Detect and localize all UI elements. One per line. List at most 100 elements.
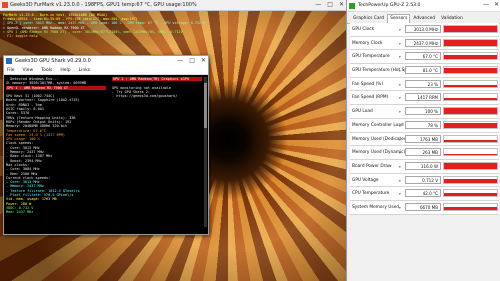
menu-links[interactable]: Links [79, 68, 91, 73]
sensor-graph-fill [444, 193, 497, 197]
gpu-z-title: TechPowerUp GPU-Z 2.53.0 [358, 3, 421, 8]
furmark-window-controls: — □ ✕ [315, 1, 344, 8]
sensor-graph [443, 52, 498, 61]
sensor-graph [443, 93, 498, 102]
gpu-z-sensor-list: GPU Clock ▾ 3013.0 MHz Memory Clock ▾ 2437.0 … [350, 23, 499, 215]
minimize-icon[interactable]: — [483, 1, 489, 8]
dropdown-arrow-icon[interactable]: ▾ [399, 179, 401, 183]
close-icon[interactable]: ✕ [201, 57, 206, 64]
sensor-row: System Memory Used ▾ 6670 MB [350, 200, 499, 215]
sensor-name: System Memory Used [352, 204, 399, 210]
sensor-name: GPU Temperature (Hot Spot) [352, 68, 414, 74]
sensor-row: GPU Load ▾ 100 % [350, 105, 499, 119]
menu-view[interactable]: View [23, 68, 34, 73]
gpu-z-window: TechPowerUp GPU-Z 2.53.0 — ✕ Graphics Ca… [346, 0, 500, 281]
close-icon[interactable]: ✕ [339, 1, 344, 8]
sensor-value: 316.0 W [405, 161, 441, 170]
osd-line: - F1: toggle help [3, 34, 38, 39]
gpu2-header[interactable]: GPU 2 : AMD Radeon(TM) Graphics iGPU [112, 77, 202, 82]
sensor-value: 42.0 °C [405, 189, 441, 198]
sensor-value: 3013.0 MHz [405, 25, 441, 33]
sensor-name: Memory Controller Load [352, 122, 404, 128]
info-line: - https://geeks3d.com/gpushark/ [112, 94, 178, 99]
furmark-app-icon [2, 2, 8, 8]
maximize-icon[interactable]: □ [327, 1, 333, 8]
gpu-shark-window: Geeks3D GPU Shark v0.29.0.0 — □ ✕ File V… [3, 55, 209, 235]
menu-tools[interactable]: Tools [41, 68, 52, 73]
close-icon[interactable]: ✕ [494, 1, 499, 8]
sensor-graph [443, 148, 498, 157]
dropdown-arrow-icon[interactable]: ▾ [399, 151, 401, 155]
dropdown-arrow-icon[interactable]: ▾ [399, 138, 401, 142]
dropdown-arrow-icon[interactable]: ▾ [399, 110, 401, 114]
sensor-name: Fan Speed (RPM) [352, 95, 389, 101]
menu-file[interactable]: File [7, 68, 15, 73]
dropdown-arrow-icon[interactable]: ▾ [399, 28, 401, 32]
dropdown-arrow-icon[interactable]: ▾ [399, 83, 401, 87]
sensor-graph-fill [444, 140, 497, 142]
sensor-graph [443, 134, 498, 143]
sensor-graph [443, 107, 498, 116]
sensor-value: 78 % [405, 120, 441, 129]
sensor-graph [443, 175, 498, 184]
sensor-value: 2437.0 MHz [405, 38, 441, 47]
minimize-icon[interactable]: — [315, 1, 321, 8]
sensor-graph-fill [444, 68, 497, 74]
sensor-row: CPU Temperature ▾ 42.0 °C [350, 187, 499, 201]
sensor-graph-fill [444, 206, 497, 210]
sensor-graph-fill [444, 54, 497, 60]
sensor-graph [443, 202, 498, 211]
sensor-graph [443, 189, 498, 198]
gpu-shark-titlebar[interactable]: Geeks3D GPU Shark v0.29.0.0 — □ ✕ [4, 56, 208, 66]
dropdown-arrow-icon[interactable]: ▾ [399, 69, 401, 73]
sensor-value: 1763 MB [405, 134, 441, 143]
gpu-shark-window-controls: — □ ✕ [177, 57, 206, 64]
sensor-value: 67.0 °C [405, 52, 441, 61]
furmark-titlebar[interactable]: Geeks3D FurMark v1.23.0.0 - 198FPS, GPU1… [0, 0, 346, 11]
dropdown-arrow-icon[interactable]: ▾ [399, 192, 401, 196]
dropdown-arrow-icon[interactable]: ▾ [399, 96, 401, 100]
menu-help[interactable]: Help [60, 68, 70, 73]
sensor-graph [443, 120, 498, 129]
sensor-row: GPU Clock ▾ 3013.0 MHz [350, 23, 499, 37]
sensor-graph-fill [444, 26, 497, 32]
tab-graphics-card[interactable]: Graphics Card [350, 14, 387, 23]
sensor-value: 0.712 V [405, 175, 441, 184]
sensor-name: GPU Load [352, 109, 373, 115]
sensor-row: Fan Speed (RPM) ▾ 1417 RPM [350, 91, 499, 106]
sensor-name: GPU Voltage [352, 177, 379, 183]
sensor-name: Memory Clock [352, 40, 383, 46]
maximize-icon[interactable]: □ [189, 57, 195, 64]
sensor-graph-fill [444, 178, 497, 183]
sensor-row: Memory Clock ▾ 2437.0 MHz [350, 36, 499, 51]
sensor-graph [443, 161, 498, 170]
dropdown-arrow-icon[interactable]: ▾ [399, 124, 401, 128]
gpu-shark-title: Geeks3D GPU Shark v0.29.0.0 [15, 58, 91, 64]
dropdown-arrow-icon[interactable]: ▾ [399, 55, 401, 59]
osd-line: [ GPU-Z ] core: 3013 MHz - mem: 2437 MHz… [3, 21, 206, 26]
tab-validation[interactable]: Validation [438, 14, 466, 23]
sensor-row: Memory Used (Dedicated) ▾ 1763 MB [350, 132, 499, 147]
dropdown-arrow-icon[interactable]: ▾ [399, 165, 401, 169]
sensor-graph [443, 79, 498, 88]
gpu-z-titlebar[interactable]: TechPowerUp GPU-Z 2.53.0 — ✕ [347, 0, 500, 12]
gpu2-info-panel: GPU 2 : AMD Radeon(TM) Graphics iGPU GPU… [112, 77, 202, 98]
tab-advanced[interactable]: Advanced [410, 14, 438, 23]
dropdown-arrow-icon[interactable]: ▾ [399, 42, 401, 46]
sensor-row: GPU Temperature (Hot Spot) ▾ 81.0 °C [350, 64, 499, 78]
tab-sensors[interactable]: Sensors [387, 14, 411, 23]
gpu1-info-panel: - Detected Windows Eco... GL memory: 3056… [6, 77, 106, 215]
sensor-value: 100 % [405, 107, 441, 116]
sensor-graph [443, 66, 498, 75]
sensor-value: 81.0 °C [405, 66, 441, 75]
sensor-value: 23 % [405, 79, 441, 88]
dropdown-arrow-icon[interactable]: ▾ [399, 206, 401, 210]
sensor-name: Fan Speed (%) [352, 81, 384, 87]
sensor-value: 263 MB [405, 148, 441, 157]
minimize-icon[interactable]: — [177, 57, 183, 64]
sensor-row: GPU Voltage ▾ 0.712 V [350, 173, 499, 188]
gpu-shark-scrollbar[interactable] [204, 77, 207, 227]
sensor-name: Memory Used (Dynamic) [352, 150, 406, 156]
sensor-graph-fill [444, 108, 497, 115]
scrollbar-thumb[interactable] [204, 83, 207, 128]
